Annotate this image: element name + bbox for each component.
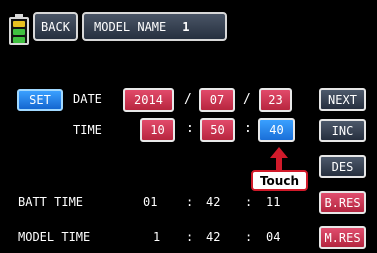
model-time-minutes: 42	[206, 230, 221, 244]
model-time-separator-1: :	[186, 230, 194, 244]
date-year-field[interactable]: 2014	[123, 88, 174, 112]
batt-time-minutes: 42	[206, 195, 221, 209]
batt-time-seconds: 11	[266, 195, 281, 209]
model-time-label: MODEL TIME	[18, 230, 91, 244]
touch-annotation: Touch	[251, 170, 308, 191]
batt-time-separator-2: :	[245, 195, 253, 209]
back-button[interactable]: BACK	[33, 12, 78, 41]
batt-time-hours: 01	[143, 195, 158, 209]
time-minute-field[interactable]: 50	[200, 118, 235, 142]
time-label: TIME	[73, 123, 102, 137]
touch-arrow-icon	[270, 147, 288, 171]
model-time-hours: 1	[153, 230, 161, 244]
model-number: 1	[182, 19, 190, 34]
time-separator-2: :	[244, 121, 252, 136]
model-name-label: MODEL NAME	[94, 19, 167, 34]
time-separator-1: :	[186, 121, 194, 136]
inc-button[interactable]: INC	[319, 119, 366, 142]
des-button[interactable]: DES	[319, 155, 366, 178]
time-second-field[interactable]: 40	[258, 118, 295, 142]
date-label: DATE	[73, 92, 102, 106]
batt-time-separator-1: :	[186, 195, 194, 209]
date-month-field[interactable]: 07	[199, 88, 235, 112]
set-button[interactable]: SET	[17, 89, 63, 111]
date-separator-1: /	[184, 92, 192, 107]
model-time-separator-2: :	[245, 230, 253, 244]
battery-icon	[9, 14, 29, 45]
time-hour-field[interactable]: 10	[140, 118, 175, 142]
model-reset-button[interactable]: M.RES	[319, 226, 366, 249]
batt-time-label: BATT TIME	[18, 195, 84, 209]
model-name-display: MODEL NAME 1	[82, 12, 227, 41]
batt-reset-button[interactable]: B.RES	[319, 191, 366, 214]
date-day-field[interactable]: 23	[259, 88, 292, 112]
model-time-seconds: 04	[266, 230, 281, 244]
date-separator-2: /	[243, 92, 251, 107]
next-button[interactable]: NEXT	[319, 88, 366, 111]
